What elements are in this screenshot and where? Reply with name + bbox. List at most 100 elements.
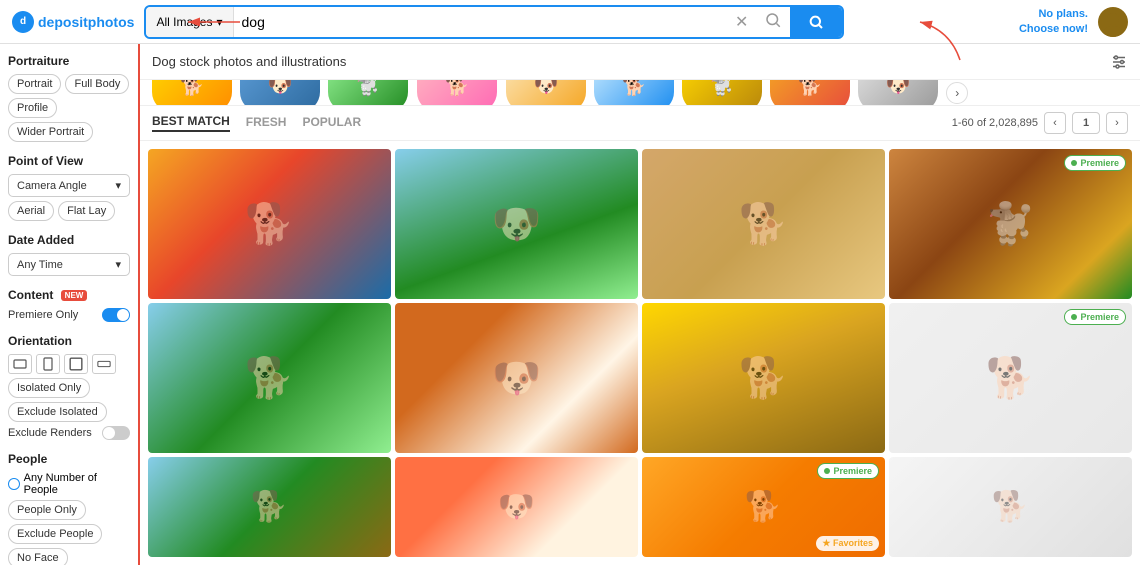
- date-added-title: Date Added: [8, 233, 130, 247]
- search-lens-icon[interactable]: [756, 11, 790, 32]
- flat-lay-button[interactable]: Flat Lay: [58, 201, 115, 221]
- tab-popular[interactable]: POPULAR: [302, 115, 361, 131]
- filter-icon-button[interactable]: [1110, 53, 1128, 71]
- category-puppy[interactable]: 🐶 Puppy: [506, 80, 586, 106]
- avatar[interactable]: [1098, 7, 1128, 37]
- any-number-radio[interactable]: [8, 478, 20, 490]
- image-card[interactable]: 🐕: [148, 149, 391, 299]
- category-pets[interactable]: 🐶 Pets: [858, 80, 938, 106]
- image-placeholder: 🐕: [148, 149, 391, 299]
- category-top-collection[interactable]: 🐕 Top Collection dog: [416, 80, 498, 106]
- no-plans-text: No plans. Choose now!: [1019, 7, 1088, 36]
- premiere-dot: [1071, 160, 1077, 166]
- exclude-people-button[interactable]: Exclude People: [8, 524, 102, 544]
- image-placeholder: 🐕: [148, 457, 391, 557]
- header-right: No plans. Choose now!: [1019, 7, 1128, 37]
- category-vectors[interactable]: 🐩 Vectors dog: [328, 80, 408, 106]
- category-illustrations[interactable]: 🐕 Illustrations dog: [152, 80, 232, 106]
- image-card[interactable]: 🐕: [148, 457, 391, 557]
- category-strip-next[interactable]: ›: [946, 82, 968, 104]
- portrait-icon[interactable]: [36, 354, 60, 374]
- image-card[interactable]: 🐕 Premiere ★ Favorites: [642, 457, 885, 557]
- any-time-dropdown[interactable]: Any Time ▾: [8, 253, 130, 276]
- tab-fresh[interactable]: FRESH: [246, 115, 287, 131]
- search-type-label: All Images: [156, 15, 212, 29]
- chevron-down-icon: ▾: [115, 179, 121, 192]
- main-layout: Portraiture Portrait Full Body Profile W…: [0, 44, 1140, 565]
- search-bar: All Images ▾ ✕: [144, 5, 844, 39]
- category-dog-running[interactable]: 🐕 Dog Running: [770, 80, 850, 106]
- category-happy-dog[interactable]: 🐩 Happy Dog: [682, 80, 762, 106]
- portrait-button[interactable]: Portrait: [8, 74, 61, 94]
- content-section: Content NEW Premiere Only: [8, 288, 130, 322]
- premiere-only-toggle[interactable]: [102, 308, 130, 322]
- image-grid: 🐕 🐶 🐕 🐩 Premiere: [140, 141, 1140, 565]
- image-placeholder: 🐩 Premiere: [889, 149, 1132, 299]
- exclude-renders-toggle[interactable]: [102, 426, 130, 440]
- image-card[interactable]: 🐕: [642, 149, 885, 299]
- logo-text: depositphotos: [38, 14, 134, 30]
- image-card[interactable]: 🐕: [889, 457, 1132, 557]
- wider-portrait-button[interactable]: Wider Portrait: [8, 122, 93, 142]
- image-card[interactable]: 🐶: [395, 149, 638, 299]
- people-only-button[interactable]: People Only: [8, 500, 86, 520]
- exclude-renders-row: Exclude Renders: [8, 426, 130, 440]
- any-number-row: Any Number of People: [8, 472, 130, 496]
- panoramic-icon[interactable]: [92, 354, 116, 374]
- no-face-button[interactable]: No Face: [8, 548, 68, 565]
- image-card[interactable]: 🐶: [395, 303, 638, 453]
- image-card[interactable]: 🐶: [395, 457, 638, 557]
- people-section: People Any Number of People People Only …: [8, 452, 130, 565]
- sort-tabs-bar: BEST MATCH FRESH POPULAR 1-60 of 2,028,8…: [140, 106, 1140, 141]
- image-placeholder: 🐕 Premiere: [889, 303, 1132, 453]
- page-title: Dog stock photos and illustrations: [152, 54, 346, 69]
- image-placeholder: 🐕: [889, 457, 1132, 557]
- portraiture-title: Portraiture: [8, 54, 130, 68]
- search-clear-icon[interactable]: ✕: [727, 12, 756, 32]
- chevron-down-icon: ▾: [115, 258, 121, 271]
- image-card[interactable]: 🐕 Premiere: [889, 303, 1132, 453]
- category-videos[interactable]: 🐶 Videos dog: [240, 80, 320, 106]
- next-page-button[interactable]: ›: [1106, 112, 1128, 134]
- people-title: People: [8, 452, 130, 466]
- image-card[interactable]: 🐕: [642, 303, 885, 453]
- profile-button[interactable]: Profile: [8, 98, 57, 118]
- orientation-title: Orientation: [8, 334, 130, 348]
- exclude-renders-label: Exclude Renders: [8, 427, 92, 439]
- exclude-isolated-button[interactable]: Exclude Isolated: [8, 402, 107, 422]
- square-icon[interactable]: [64, 354, 88, 374]
- premiere-badge: Premiere: [1064, 155, 1126, 171]
- date-added-section: Date Added Any Time ▾: [8, 233, 130, 276]
- image-card[interactable]: 🐩 Premiere: [889, 149, 1132, 299]
- prev-page-button[interactable]: ‹: [1044, 112, 1066, 134]
- content-area: Dog stock photos and illustrations 🐕 Ill…: [140, 44, 1140, 565]
- results-count: 1-60 of 2,028,895: [952, 117, 1038, 129]
- premiere-badge: Premiere: [1064, 309, 1126, 325]
- search-type-button[interactable]: All Images ▾: [146, 7, 233, 37]
- image-placeholder: 🐶: [395, 149, 638, 299]
- image-placeholder: 🐕: [642, 303, 885, 453]
- pagination: 1-60 of 2,028,895 ‹ 1 ›: [952, 112, 1128, 134]
- aerial-button[interactable]: Aerial: [8, 201, 54, 221]
- image-placeholder: 🐕: [642, 149, 885, 299]
- category-cute-dog[interactable]: 🐕 Cute Dog: [594, 80, 674, 106]
- image-placeholder: 🐶: [395, 303, 638, 453]
- isolated-only-button[interactable]: Isolated Only: [8, 378, 90, 398]
- sidebar: Portraiture Portrait Full Body Profile W…: [0, 44, 140, 565]
- premiere-dot: [824, 468, 830, 474]
- image-placeholder: 🐕 Premiere ★ Favorites: [642, 457, 885, 557]
- image-placeholder: 🐕: [148, 303, 391, 453]
- top-bar: Dog stock photos and illustrations: [140, 44, 1140, 80]
- orientation-icons: [8, 354, 130, 374]
- image-card[interactable]: 🐕: [148, 303, 391, 453]
- camera-angle-dropdown[interactable]: Camera Angle ▾: [8, 174, 130, 197]
- pov-section: Point of View Camera Angle ▾ Aerial Flat…: [8, 154, 130, 221]
- search-button[interactable]: [790, 5, 842, 39]
- landscape-icon[interactable]: [8, 354, 32, 374]
- new-badge: NEW: [61, 290, 88, 301]
- full-body-button[interactable]: Full Body: [65, 74, 129, 94]
- content-title: Content NEW: [8, 288, 130, 302]
- tab-best-match[interactable]: BEST MATCH: [152, 114, 230, 132]
- chevron-down-icon: ▾: [216, 15, 222, 29]
- search-input[interactable]: [234, 7, 728, 37]
